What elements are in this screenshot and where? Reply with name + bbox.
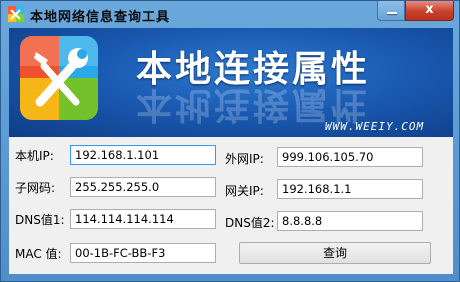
subnet-field[interactable] bbox=[70, 177, 216, 197]
info-panel: 本机IP: 外网IP: 子网码: 网关IP: DNS值1: DNS值2: MAC… bbox=[9, 137, 453, 274]
app-window: 本地网络信息查询工具 x 本地连接属性 本地连接属性 WWW.WEEIY.COM bbox=[0, 0, 460, 282]
local-ip-field[interactable] bbox=[70, 145, 216, 165]
title-bar[interactable]: 本地网络信息查询工具 x bbox=[1, 1, 459, 29]
dns1-field[interactable] bbox=[70, 209, 216, 229]
public-ip-label: 外网IP: bbox=[225, 152, 264, 166]
local-ip-label: 本机IP: bbox=[15, 149, 54, 163]
mac-field[interactable] bbox=[70, 243, 216, 263]
website-url: WWW.WEEIY.COM bbox=[325, 120, 425, 133]
minimize-icon bbox=[387, 12, 397, 14]
dns2-label: DNS值2: bbox=[225, 216, 275, 230]
subnet-label: 子网码: bbox=[15, 181, 56, 195]
minimize-button[interactable] bbox=[377, 1, 405, 21]
app-icon bbox=[8, 6, 24, 22]
dns1-label: DNS值1: bbox=[15, 213, 65, 227]
public-ip-field[interactable] bbox=[277, 147, 423, 167]
query-button[interactable]: 查询 bbox=[239, 242, 431, 264]
gateway-field[interactable] bbox=[277, 179, 423, 199]
gateway-label: 网关IP: bbox=[225, 184, 264, 198]
window-title: 本地网络信息查询工具 bbox=[30, 10, 171, 25]
close-button[interactable]: x bbox=[405, 1, 454, 21]
tools-logo-icon bbox=[20, 36, 98, 120]
dns2-field[interactable] bbox=[277, 211, 423, 231]
mac-label: MAC 值: bbox=[15, 247, 62, 261]
header-banner: 本地连接属性 本地连接属性 WWW.WEEIY.COM bbox=[9, 28, 453, 137]
